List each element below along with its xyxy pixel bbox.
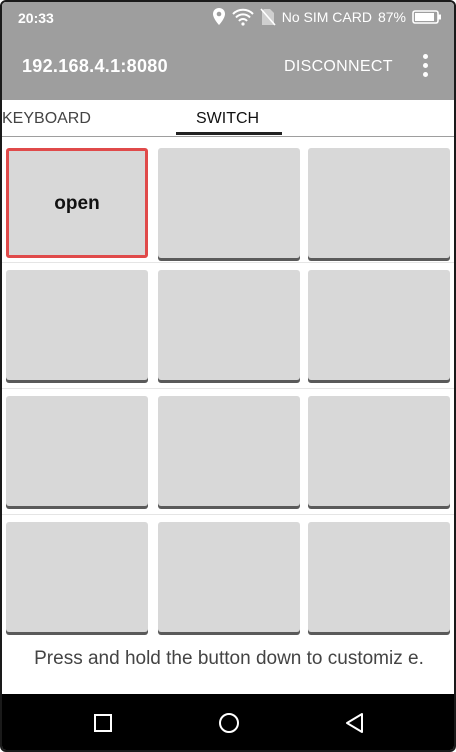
hint-text: Press and hold the button down to custom… [34, 648, 424, 669]
switch-button-3[interactable] [308, 148, 450, 258]
switch-button-5[interactable] [158, 270, 300, 380]
switch-button-8[interactable] [158, 396, 300, 506]
home-icon[interactable] [216, 710, 242, 736]
battery-icon [412, 10, 442, 24]
app-title: 192.168.4.1:8080 [22, 56, 168, 76]
switch-button-10[interactable] [6, 522, 148, 632]
battery-percent: 87% [377, 9, 406, 25]
switch-button-4[interactable] [6, 270, 148, 380]
row-divider [2, 514, 454, 515]
switch-button-label: open [54, 193, 100, 214]
switch-grid: open [2, 138, 454, 642]
row-divider [2, 262, 454, 263]
switch-button-9[interactable] [308, 396, 450, 506]
recent-apps-icon[interactable] [90, 710, 116, 736]
status-bar: 20:33 No SIM CARD 87% [2, 2, 454, 34]
status-icons: No SIM CARD 87% [212, 8, 442, 26]
tab-keyboard[interactable]: KEYBOARD [2, 110, 91, 128]
tab-bar: KEYBOARD SWITCH [2, 100, 454, 137]
switch-button-12[interactable] [308, 522, 450, 632]
navigation-bar [2, 694, 454, 750]
row-divider [2, 388, 454, 389]
wifi-icon [232, 8, 254, 26]
switch-button-1[interactable]: open [6, 148, 148, 258]
switch-button-2[interactable] [158, 148, 300, 258]
app-bar: 192.168.4.1:8080 DISCONNECT [2, 34, 454, 100]
sim-status-text: No SIM CARD [281, 9, 372, 25]
switch-button-11[interactable] [158, 522, 300, 632]
switch-button-6[interactable] [308, 270, 450, 380]
device-frame: 20:33 No SIM CARD 87% 192.168.4.1:8080 D… [0, 0, 456, 752]
disconnect-button[interactable]: DISCONNECT [284, 58, 393, 76]
back-icon[interactable] [342, 710, 368, 736]
status-time: 20:33 [18, 10, 54, 26]
tab-indicator [176, 132, 282, 135]
location-icon [212, 8, 226, 26]
more-vert-icon[interactable] [418, 54, 432, 80]
no-sim-icon [260, 8, 276, 26]
tab-switch[interactable]: SWITCH [196, 110, 259, 128]
switch-button-7[interactable] [6, 396, 148, 506]
